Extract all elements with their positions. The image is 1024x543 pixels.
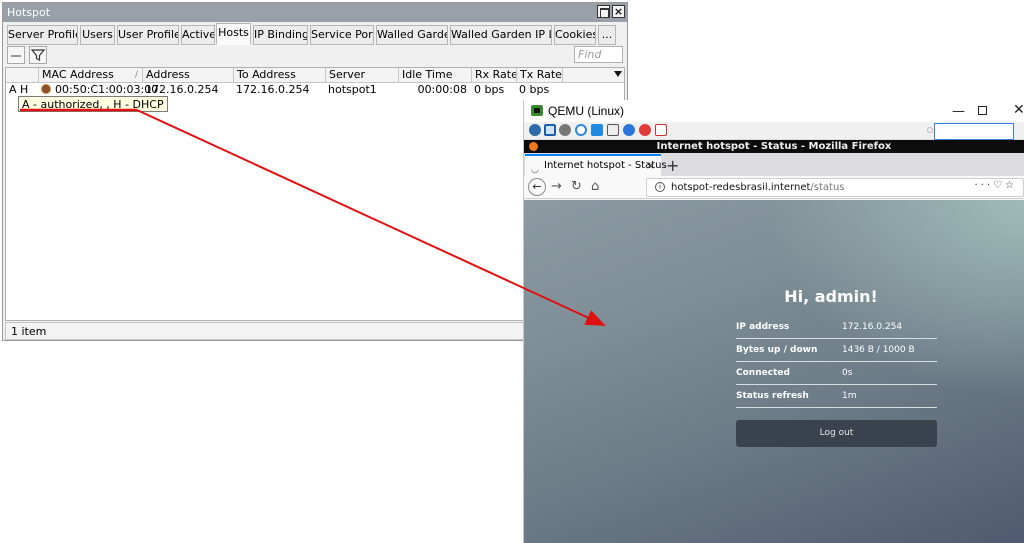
logout-button[interactable]: Log out	[736, 420, 937, 447]
tab-ip-bindings[interactable]: IP Bindings	[253, 25, 308, 45]
col-extra	[562, 68, 607, 83]
status-page: Hi, admin! IP address 172.16.0.254 Bytes…	[524, 200, 1024, 543]
tab-user-profiles[interactable]: User Profiles	[117, 25, 179, 45]
table-header: MAC Address / Address To Address Server I…	[6, 68, 624, 83]
stat-value: 1436 B / 1000 B	[842, 345, 915, 355]
page-actions: ···♡☆	[975, 180, 1017, 191]
col-tx-rate[interactable]: Tx Rate	[516, 68, 562, 83]
close-button[interactable]: ✕	[1013, 102, 1024, 118]
stat-row-ip: IP address 172.16.0.254	[736, 316, 937, 339]
maximize-button[interactable]	[978, 106, 987, 115]
col-server[interactable]: Server	[325, 68, 398, 83]
stat-value: 0s	[842, 368, 853, 378]
settings-icon[interactable]	[529, 124, 541, 136]
qemu-titlebar[interactable]: QEMU (Linux) — ✕	[524, 100, 1024, 122]
desktop: Hotspot × Server Profiles Users User Pro…	[0, 0, 1024, 543]
cell-rx-rate: 0 bps	[474, 83, 505, 96]
sort-indicator-icon: /	[134, 70, 138, 80]
reload-icon[interactable]: ↻	[571, 179, 582, 194]
col-idle-time[interactable]: Idle Time	[398, 68, 471, 83]
stat-value: 172.16.0.254	[842, 322, 903, 332]
qemu-window: QEMU (Linux) — ✕ Internet hotspot - Stat…	[523, 100, 1024, 543]
more-icon[interactable]: ···	[975, 180, 994, 191]
tab-service-ports[interactable]: Service Ports	[310, 25, 374, 45]
firefox-navbar: ← → ↻ ⌂ i hotspot-redesbrasil.internet/s…	[524, 176, 1024, 199]
search-dot-icon	[927, 127, 933, 133]
fullscreen-icon[interactable]	[544, 124, 556, 136]
hotspot-toolbar: Find	[3, 45, 627, 67]
stat-label: Bytes up / down	[736, 345, 818, 355]
col-rx-rate[interactable]: Rx Rate	[471, 68, 518, 83]
firefox-tabbar: ◡ Internet hotspot - Status × +	[524, 153, 1024, 176]
new-tab-button[interactable]: +	[666, 156, 679, 175]
find-input[interactable]: Find	[574, 46, 623, 63]
host-status-icon	[41, 84, 51, 94]
windows-icon[interactable]	[591, 124, 603, 136]
maximize-button[interactable]	[597, 5, 610, 18]
tab-hosts[interactable]: Hosts	[216, 23, 251, 45]
stat-value: 1m	[842, 391, 857, 401]
stat-row-bytes: Bytes up / down 1436 B / 1000 B	[736, 339, 937, 362]
stop-icon[interactable]	[639, 124, 651, 136]
stat-label: Connected	[736, 368, 790, 378]
tab-walled-garden-ip-list[interactable]: Walled Garden IP List	[450, 25, 552, 45]
document-icon[interactable]	[655, 124, 667, 136]
cell-tx-rate: 0 bps	[519, 83, 550, 96]
col-flags[interactable]	[6, 68, 38, 83]
url-text: hotspot-redesbrasil.internet/status	[671, 182, 845, 193]
url-bar[interactable]: i hotspot-redesbrasil.internet/status ··…	[646, 178, 1024, 197]
back-arrow-icon[interactable]: ←	[528, 178, 546, 196]
cell-server: hotspot1	[328, 83, 377, 96]
cell-to-address: 172.16.0.254	[236, 83, 310, 96]
greeting-heading: Hi, admin!	[784, 287, 878, 306]
tab-active[interactable]: Active	[181, 25, 215, 45]
stat-label: Status refresh	[736, 391, 809, 401]
stat-row-connected: Connected 0s	[736, 362, 937, 385]
tab-cookies[interactable]: Cookies	[554, 25, 596, 45]
stat-row-refresh: Status refresh 1m	[736, 385, 937, 408]
qemu-search-input[interactable]	[934, 123, 1014, 140]
filter-icon[interactable]	[29, 46, 47, 64]
pocket-icon[interactable]: ♡	[993, 180, 1005, 191]
close-button[interactable]: ×	[612, 5, 625, 18]
tab-more[interactable]: ...	[598, 25, 616, 45]
minus-icon[interactable]	[7, 46, 25, 64]
stat-label: IP address	[736, 322, 790, 332]
col-address[interactable]: Address	[142, 68, 233, 83]
tab-internet-hotspot-status[interactable]: ◡ Internet hotspot - Status ×	[525, 154, 667, 176]
cell-idle-time: 00:00:08	[417, 83, 467, 96]
gear-icon[interactable]	[559, 124, 571, 136]
firefox-titlebar[interactable]: Internet hotspot - Status - Mozilla Fire…	[524, 140, 1024, 153]
firefox-window-title: Internet hotspot - Status - Mozilla Fire…	[656, 141, 892, 152]
hotspot-tabs: Server Profiles Users User Profiles Acti…	[3, 23, 627, 45]
reload-icon[interactable]	[575, 124, 587, 136]
hotspot-title: Hotspot	[7, 6, 51, 19]
tab-walled-garden[interactable]: Walled Garden	[376, 25, 448, 45]
tab-users[interactable]: Users	[80, 25, 115, 45]
col-mac-address[interactable]: MAC Address /	[38, 68, 142, 83]
column-menu-icon[interactable]	[614, 71, 622, 77]
qemu-logo-icon	[531, 105, 543, 116]
home-icon[interactable]: ⌂	[591, 179, 599, 194]
hotspot-titlebar[interactable]: Hotspot ×	[3, 3, 627, 22]
flags-tooltip: A - authorized, , H - DHCP	[18, 96, 168, 112]
info-icon[interactable]: i	[655, 182, 665, 192]
col-to-address[interactable]: To Address	[233, 68, 325, 83]
qemu-title: QEMU (Linux)	[548, 104, 625, 118]
forward-arrow-icon[interactable]: →	[551, 179, 562, 194]
star-icon[interactable]: ☆	[1005, 180, 1017, 191]
minimize-button[interactable]: —	[952, 104, 965, 119]
close-tab-icon[interactable]: ×	[646, 156, 655, 175]
info-icon[interactable]	[623, 124, 635, 136]
terminal-icon[interactable]	[607, 124, 619, 136]
tab-server-profiles[interactable]: Server Profiles	[7, 25, 78, 45]
